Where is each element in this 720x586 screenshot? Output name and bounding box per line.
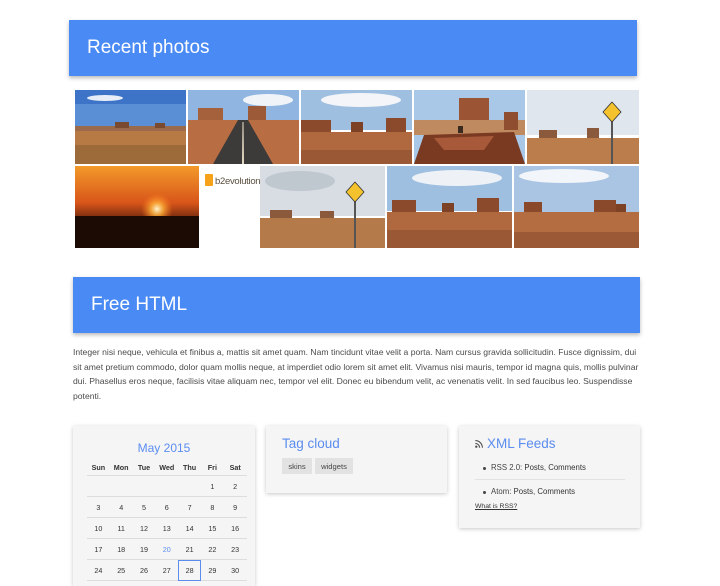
photo-thumbnail[interactable] bbox=[387, 166, 512, 248]
calendar-day: 19 bbox=[132, 538, 156, 560]
calendar-day: 24 bbox=[87, 559, 110, 581]
calendar-day: 21 bbox=[178, 538, 201, 560]
calendar-day: 17 bbox=[87, 538, 110, 560]
calendar-day: 16 bbox=[223, 517, 247, 539]
calendar-day-today[interactable]: 20 bbox=[155, 538, 179, 560]
tag-cloud-title: Tag cloud bbox=[282, 436, 340, 451]
rss-posts-link[interactable]: Posts bbox=[524, 463, 544, 472]
calendar-day: 8 bbox=[200, 496, 224, 518]
calendar-day: 15 bbox=[200, 517, 224, 539]
calendar-day: 26 bbox=[132, 559, 156, 581]
calendar-day: 27 bbox=[155, 559, 179, 581]
free-html-header: Free HTML bbox=[73, 277, 640, 333]
calendar-day: 12 bbox=[132, 517, 156, 539]
photo-thumbnail[interactable] bbox=[260, 166, 385, 248]
xml-feeds-widget: XML Feeds bbox=[459, 426, 640, 528]
calendar-day: 13 bbox=[155, 517, 179, 539]
what-is-rss-link[interactable]: What is RSS? bbox=[475, 503, 517, 510]
calendar-day: 2 bbox=[223, 475, 247, 497]
calendar-day bbox=[109, 475, 133, 497]
calendar-day: 4 bbox=[109, 496, 133, 518]
calendar-day: 5 bbox=[132, 496, 156, 518]
weekday-header: Fri bbox=[200, 459, 224, 476]
recent-photos-title: Recent photos bbox=[87, 37, 210, 58]
calendar-day: 23 bbox=[223, 538, 247, 560]
calendar-day: 9 bbox=[223, 496, 247, 518]
photo-thumbnail[interactable] bbox=[414, 90, 525, 164]
atom-posts-link[interactable]: Posts bbox=[514, 487, 534, 496]
list-bullet bbox=[483, 491, 486, 494]
feed-rss-label: RSS 2.0: bbox=[491, 463, 523, 472]
calendar-day bbox=[178, 475, 201, 497]
rss-comments-link[interactable]: Comments bbox=[548, 463, 586, 472]
divider bbox=[475, 479, 625, 480]
b2evolution-logo: b2evolution bbox=[200, 166, 261, 248]
weekday-header: Tue bbox=[132, 459, 156, 476]
feed-rss: RSS 2.0: Posts, Comments bbox=[491, 463, 586, 472]
weekday-header: Wed bbox=[155, 459, 179, 476]
recent-photos-header: Recent photos bbox=[69, 20, 637, 76]
calendar-day: 29 bbox=[200, 559, 224, 581]
weekday-header: Sat bbox=[223, 459, 247, 476]
calendar-day-selected[interactable]: 28 bbox=[178, 559, 201, 581]
calendar-day: 30 bbox=[223, 559, 247, 581]
free-html-title: Free HTML bbox=[91, 294, 188, 315]
weekday-header: Thu bbox=[178, 459, 201, 476]
photo-thumbnail[interactable] bbox=[514, 166, 639, 248]
calendar-day: 22 bbox=[200, 538, 224, 560]
rss-icon bbox=[475, 440, 483, 448]
weekday-header: Mon bbox=[109, 459, 133, 476]
weekday-header: Sun bbox=[87, 459, 110, 476]
feed-atom: Atom: Posts, Comments bbox=[491, 487, 575, 496]
calendar-day: 11 bbox=[109, 517, 133, 539]
calendar-day: 6 bbox=[155, 496, 179, 518]
calendar-day: 14 bbox=[178, 517, 201, 539]
list-bullet bbox=[483, 467, 486, 470]
photo-thumbnail[interactable] bbox=[527, 90, 639, 164]
feed-atom-label: Atom: bbox=[491, 487, 512, 496]
tag-skins[interactable]: skins bbox=[282, 458, 312, 474]
tag-widgets[interactable]: widgets bbox=[315, 458, 353, 474]
calendar-day: 25 bbox=[109, 559, 133, 581]
calendar-day: 1 bbox=[200, 475, 224, 497]
free-html-text: Integer nisi neque, vehicula et finibus … bbox=[73, 347, 639, 401]
b2evolution-logo-mark bbox=[205, 174, 213, 186]
photo-thumbnail[interactable] bbox=[301, 90, 412, 164]
calendar-month-title: May 2015 bbox=[137, 441, 191, 455]
feed-separator: , bbox=[543, 463, 547, 472]
calendar-day bbox=[132, 475, 156, 497]
calendar-day bbox=[87, 475, 110, 497]
photo-thumbnail[interactable] bbox=[75, 166, 199, 248]
photo-thumbnail[interactable] bbox=[75, 90, 186, 164]
b2evolution-logo-text: b2evolution bbox=[215, 176, 261, 187]
photo-thumbnail[interactable] bbox=[188, 90, 299, 164]
calendar-day: 10 bbox=[87, 517, 110, 539]
atom-comments-link[interactable]: Comments bbox=[537, 487, 575, 496]
calendar-day: 7 bbox=[178, 496, 201, 518]
calendar-day: 18 bbox=[109, 538, 133, 560]
calendar-day: 3 bbox=[87, 496, 110, 518]
feed-separator: , bbox=[533, 487, 536, 496]
xml-feeds-title: XML Feeds bbox=[487, 436, 556, 451]
calendar-day bbox=[155, 475, 179, 497]
calendar-grid: Sun Mon Tue Wed Thu Fri Sat 1 2 3 4 5 6 … bbox=[87, 459, 247, 581]
